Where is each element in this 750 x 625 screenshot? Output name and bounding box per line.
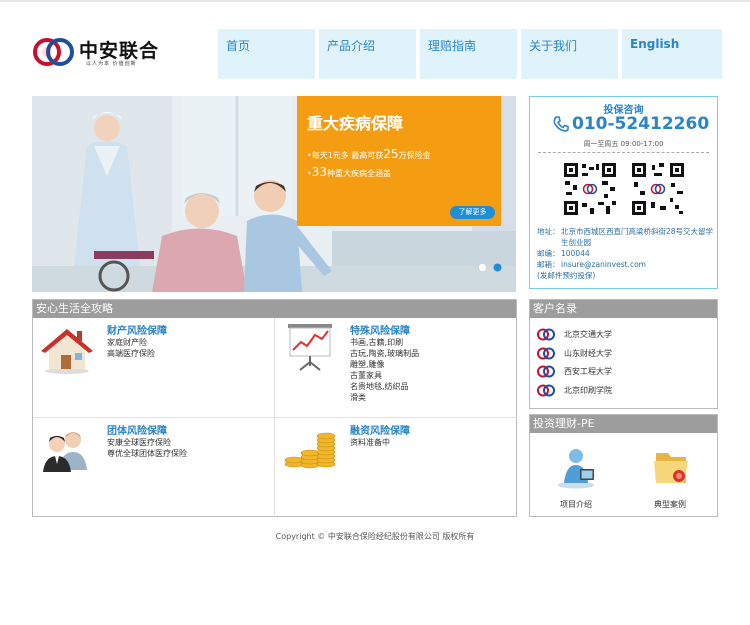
client-logo-icon xyxy=(537,384,555,397)
address-value: 北京市西城区西直门高梁桥斜街28号交大留学生创业园 xyxy=(561,227,714,247)
folder-case-icon xyxy=(654,453,688,483)
carousel-dots xyxy=(478,263,502,272)
qr-code-icon xyxy=(562,161,618,217)
divider xyxy=(538,152,709,153)
consultation-box: 投保咨询 010-52412260 周一至周五 09:00-17:00 地址：北… xyxy=(529,96,718,289)
list-item[interactable]: 古玩,陶瓷,玻璃制品 xyxy=(350,348,419,359)
list-item[interactable]: 尊优全球团体医疗保险 xyxy=(107,448,187,459)
category-property[interactable]: 财产风险保障 家庭财产险 高端医疗保险 xyxy=(39,322,269,412)
logo[interactable]: 中安联合 以人为本 价值创新 xyxy=(32,34,162,70)
category-items: 家庭财产险 高端医疗保险 xyxy=(107,337,155,359)
list-item[interactable]: 西安工程大学 xyxy=(536,365,612,378)
category-title[interactable]: 财产风险保障 xyxy=(107,322,167,337)
carousel-dot-1[interactable] xyxy=(478,263,487,272)
promo-line-1-suffix: 万保险金 xyxy=(398,151,431,160)
client-list-panel: 客户名录 北京交通大学 山东财经大学 西安工程大学 北京印刷学院 xyxy=(529,299,718,409)
typical-case-link[interactable]: 典型案例 xyxy=(640,445,700,510)
promo-line-1-number: 25 xyxy=(383,147,399,161)
life-guide-panel: 安心生活全攻略 财产风险保障 家庭财产险 高端医疗保险 特殊风险保障 书画,古籍… xyxy=(32,299,517,517)
list-item[interactable]: 家庭财产险 xyxy=(107,337,155,348)
presentation-chart-icon xyxy=(288,324,332,371)
list-item[interactable]: 古董家具 xyxy=(350,370,419,381)
divider xyxy=(33,417,517,418)
list-item[interactable]: 高端医疗保险 xyxy=(107,348,155,359)
brand-name: 中安联合 xyxy=(79,40,160,62)
category-items: 书画,古籍,印刷 古玩,陶瓷,玻璃制品 雕塑,雕像 古董家具 名贵地毯,纺织品 … xyxy=(350,337,419,403)
email-note: (发邮件预约投保) xyxy=(537,271,596,280)
hotline[interactable]: 010-52412260 xyxy=(552,114,709,134)
nav-products[interactable]: 产品介绍 xyxy=(319,29,416,79)
nav-home[interactable]: 首页 xyxy=(218,29,315,79)
gold-coins-icon xyxy=(284,432,336,469)
address-label: 地址： xyxy=(537,227,560,236)
contact-info: 地址： 北京市西城区西直门高梁桥斜街28号交大留学生创业园 邮编： 100044 邮… xyxy=(537,226,715,281)
promo-box: 重大疾病保障 •每天1元多 最高可获25万保险金 •33种重大疾病全涵盖 了解更… xyxy=(297,96,501,226)
investment-title: 投资理财-PE xyxy=(530,415,717,433)
nav-claims-guide[interactable]: 理赔指南 xyxy=(420,29,517,79)
carousel-dot-2[interactable] xyxy=(493,263,502,272)
category-financing[interactable]: 融资风险保障 资料准备中 xyxy=(282,422,512,512)
main-nav: 首页 产品介绍 理赔指南 关于我们 English xyxy=(218,29,722,79)
category-special[interactable]: 特殊风险保障 书画,古籍,印刷 古玩,陶瓷,玻璃制品 雕塑,雕像 古董家具 名贵… xyxy=(282,322,512,414)
list-item[interactable]: 滑类 xyxy=(350,392,419,403)
phone-icon xyxy=(553,116,569,132)
client-logo-icon xyxy=(537,328,555,341)
client-logo-icon xyxy=(537,347,555,360)
project-intro-link[interactable]: 项目介绍 xyxy=(546,445,606,510)
house-icon xyxy=(41,329,93,374)
project-intro-label: 项目介绍 xyxy=(560,500,592,509)
typical-case-label: 典型案例 xyxy=(654,500,686,509)
list-item[interactable]: 名贵地毯,纺织品 xyxy=(350,381,419,392)
learn-more-button[interactable]: 了解更多 xyxy=(450,206,495,219)
life-guide-title: 安心生活全攻略 xyxy=(33,300,516,318)
category-title[interactable]: 特殊风险保障 xyxy=(350,322,410,337)
promo-line-2-number: 33 xyxy=(311,165,327,179)
category-title[interactable]: 团体风险保障 xyxy=(107,422,167,437)
phone-number: 010-52412260 xyxy=(572,114,710,134)
top-border xyxy=(0,0,750,2)
promo-title: 重大疾病保障 xyxy=(307,114,404,133)
people-icon xyxy=(43,432,87,472)
project-person-icon xyxy=(558,449,594,489)
footer-copyright: Copyright © 中安联合保险经纪股份有限公司 版权所有 xyxy=(275,532,475,541)
promo-line-2: •33种重大疾病全涵盖 xyxy=(307,164,491,182)
list-item[interactable]: 北京交通大学 xyxy=(536,328,612,341)
list-item[interactable]: 北京印刷学院 xyxy=(536,384,612,397)
email-link[interactable]: insure@zaninvest.com xyxy=(561,259,646,270)
category-group[interactable]: 团体风险保障 安康全球医疗保险 尊优全球团体医疗保险 xyxy=(39,422,269,512)
client-name: 北京印刷学院 xyxy=(564,386,612,395)
client-name: 北京交通大学 xyxy=(564,330,612,339)
client-logo-icon xyxy=(537,365,555,378)
nav-english[interactable]: English xyxy=(622,29,722,79)
logo-mark-icon xyxy=(33,38,74,66)
list-item[interactable]: 安康全球医疗保险 xyxy=(107,437,187,448)
hero-banner[interactable]: 重大疾病保障 •每天1元多 最高可获25万保险金 •33种重大疾病全涵盖 了解更… xyxy=(32,96,516,292)
service-hours: 周一至周五 09:00-17:00 xyxy=(583,140,664,148)
brand-tagline: 以人为本 价值创新 xyxy=(86,61,137,67)
promo-line-1-prefix: •每天1元多 最高可获 xyxy=(307,151,384,160)
category-items: 资料准备中 xyxy=(350,437,390,448)
nav-about-us[interactable]: 关于我们 xyxy=(521,29,618,79)
investment-pe-panel: 投资理财-PE 项目介绍 典型案例 xyxy=(529,414,718,517)
postcode-label: 邮编： xyxy=(537,249,560,258)
qr-code-icon xyxy=(630,161,686,217)
list-item: 资料准备中 xyxy=(350,438,390,447)
list-item[interactable]: 山东财经大学 xyxy=(536,347,612,360)
category-items: 安康全球医疗保险 尊优全球团体医疗保险 xyxy=(107,437,187,459)
client-name: 山东财经大学 xyxy=(564,349,612,358)
list-item[interactable]: 雕塑,雕像 xyxy=(350,359,419,370)
client-list-title: 客户名录 xyxy=(530,300,717,318)
client-name: 西安工程大学 xyxy=(564,367,612,376)
email-label: 邮箱： xyxy=(537,260,560,269)
postcode-value: 100044 xyxy=(561,249,590,258)
promo-line-2-suffix: 种重大疾病全涵盖 xyxy=(327,169,391,178)
category-title[interactable]: 融资风险保障 xyxy=(350,422,410,437)
promo-line-1: •每天1元多 最高可获25万保险金 xyxy=(307,146,491,164)
list-item[interactable]: 书画,古籍,印刷 xyxy=(350,337,419,348)
